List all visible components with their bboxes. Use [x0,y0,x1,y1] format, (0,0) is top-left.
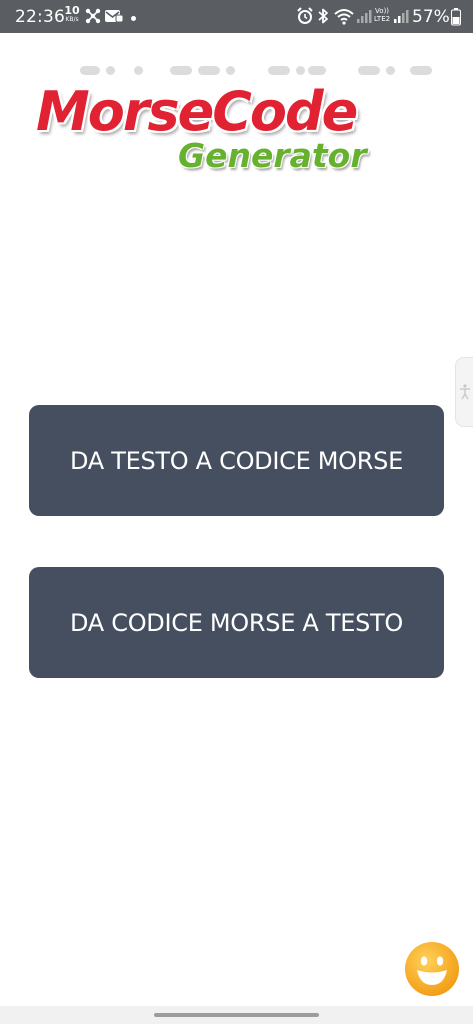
accessibility-icon [460,384,470,400]
edge-panel-handle[interactable] [455,357,473,427]
usb-icon [85,8,101,24]
status-bar: 22:36 10 KB/s Vo)) LTE2 57% [0,0,473,33]
text-to-morse-label: DA TESTO A CODICE MORSE [70,446,403,475]
bluetooth-icon [318,8,328,24]
home-gesture-pill[interactable] [154,1013,319,1017]
logo-title: MorseCode [36,80,358,143]
status-time: 22:36 [15,7,65,27]
logo-subtitle: Generator [178,136,367,175]
volte-line: Vo)) [375,7,390,15]
smiley-face-icon[interactable] [404,941,460,997]
mail-icon [105,10,124,23]
navigation-bar [0,1006,473,1024]
alarm-icon [297,7,313,24]
wifi-icon [334,9,354,25]
network-speed: 10 KB/s [62,4,82,24]
signal-icon-sim2 [394,10,409,23]
volte-indicator: Vo)) LTE2 [374,7,390,23]
volte-line: LTE2 [374,15,391,23]
morse-to-text-button[interactable]: DA CODICE MORSE A TESTO [29,567,444,678]
battery-percent: 57% [412,7,450,27]
text-to-morse-button[interactable]: DA TESTO A CODICE MORSE [29,405,444,516]
battery-icon [451,8,461,26]
app-logo: MorseCode Generator [30,58,450,178]
notification-dot [131,16,136,21]
signal-icon [357,10,372,23]
morse-dots-decoration [80,66,450,78]
network-speed-value: 10 [64,4,80,17]
morse-to-text-label: DA CODICE MORSE A TESTO [70,608,403,637]
